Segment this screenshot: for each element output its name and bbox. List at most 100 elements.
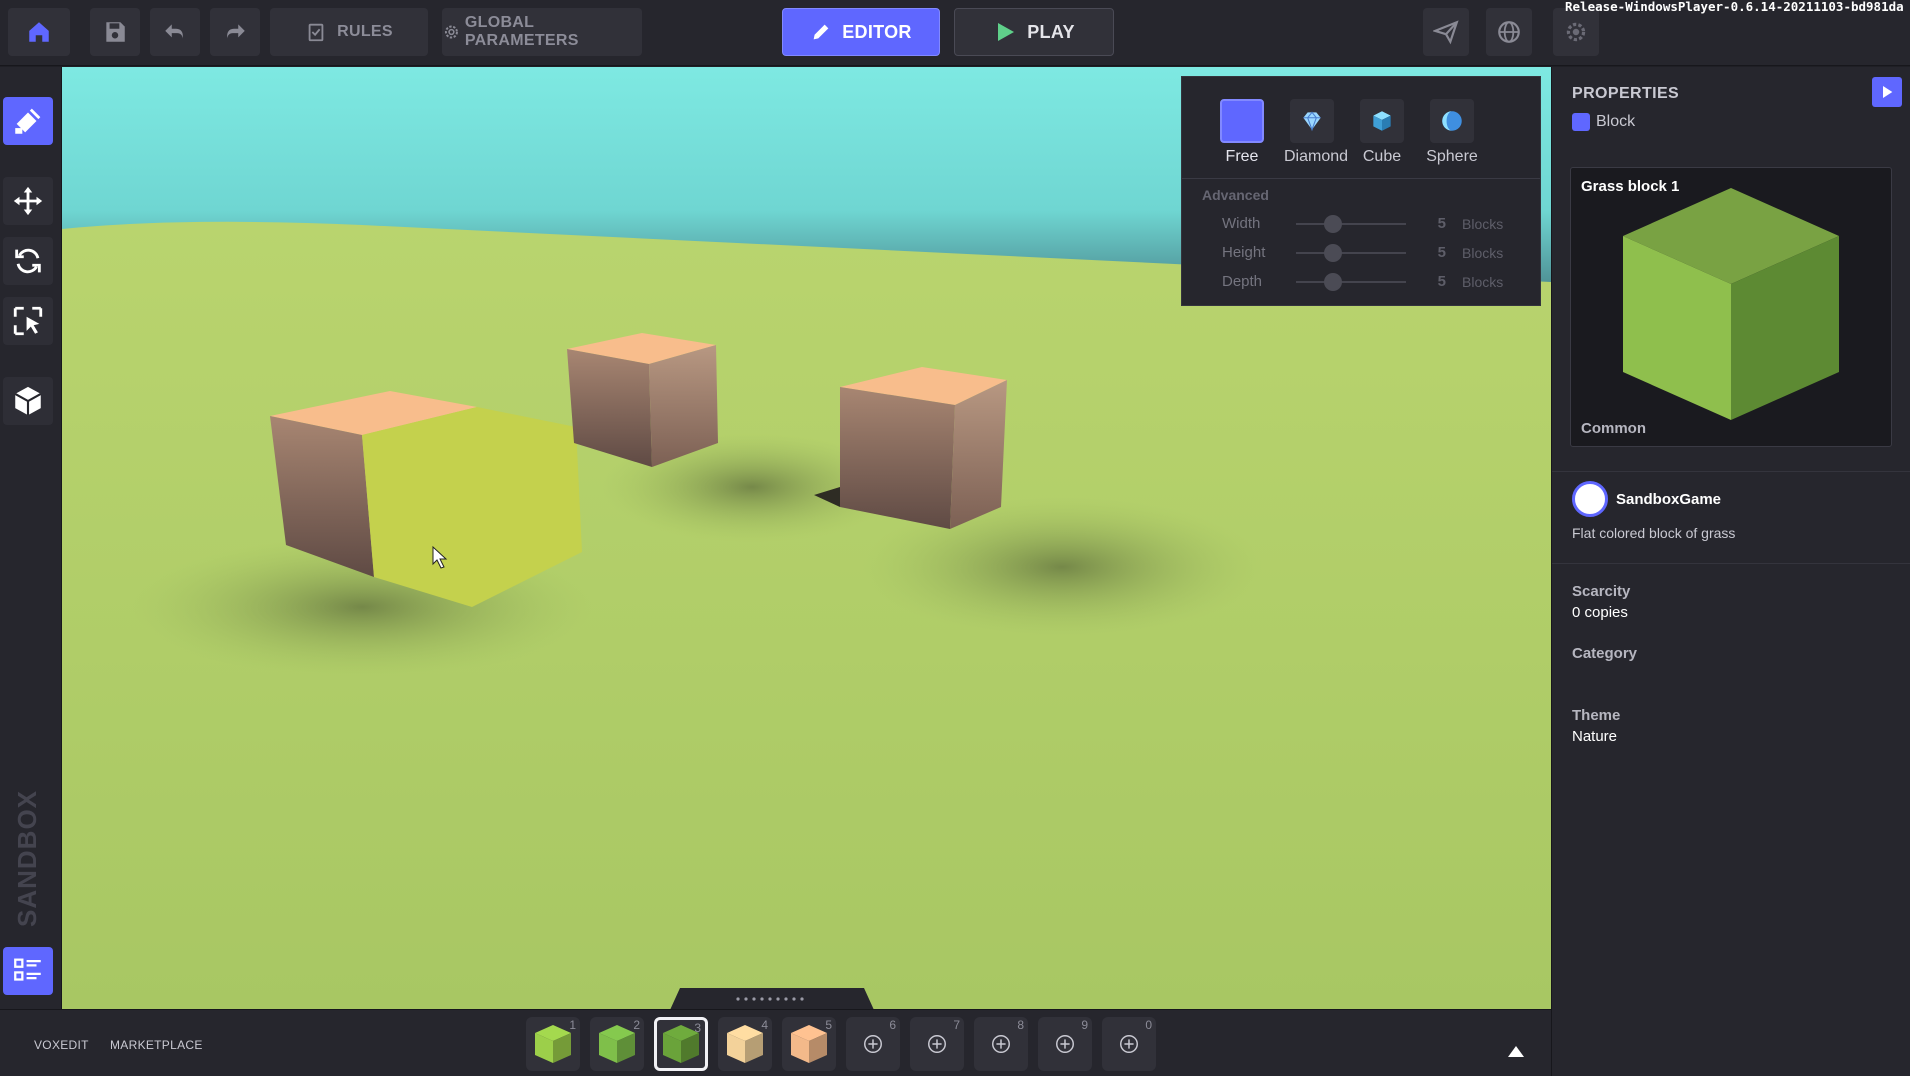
clipboard-check-icon [308,23,324,42]
hotbar-slot[interactable]: 0 [1102,1017,1156,1071]
hotbar-slot[interactable]: 4 [718,1017,772,1071]
hotbar-slot[interactable]: 5 [782,1017,836,1071]
depth-slider[interactable] [1296,272,1406,291]
advanced-label: Advanced [1202,187,1269,203]
hotbar-slot[interactable]: 9 [1038,1017,1092,1071]
add-circle-icon [864,1035,882,1053]
asset-type: Block [1572,113,1635,131]
height-slider[interactable] [1296,243,1406,262]
app-root: RULES GLOBAL PARAMETERS EDITOR PLAY Rele… [0,0,1910,1076]
depth-label: Depth [1222,273,1263,290]
slider-knob[interactable] [1324,272,1342,291]
rotate-tool-button[interactable] [3,237,53,285]
height-unit: Blocks [1462,244,1504,261]
slider-knob[interactable] [1324,214,1342,233]
global-parameters-label: GLOBAL PARAMETERS [464,14,579,49]
hotbar-slot[interactable]: 6 [846,1017,900,1071]
paint-tool-button[interactable] [3,97,53,145]
shape-sphere[interactable]: Sphere [1424,99,1480,166]
brush-shape-panel: Free Diamond Cube Sphere Advanced Width … [1181,76,1541,306]
settings-button[interactable] [1553,8,1599,56]
home-button[interactable] [8,8,70,56]
editor-label: EDITOR [842,21,912,42]
width-label: Width [1222,215,1261,232]
add-circle-icon [1056,1035,1074,1053]
theme-label: Theme [1572,707,1621,724]
slot-number: 1 [569,1018,576,1032]
slider-knob[interactable] [1324,243,1342,262]
properties-title: PROPERTIES [1572,85,1680,102]
add-block-button[interactable] [3,377,53,425]
list-icon [14,958,41,981]
hotbar-slot[interactable]: 8 [974,1017,1028,1071]
svg-text:SANDBOX: SANDBOX [12,790,42,927]
layers-list-button[interactable] [3,947,53,995]
editor-mode-button[interactable]: EDITOR [782,8,940,56]
add-circle-icon [928,1035,946,1053]
asset-description: Flat colored block of grass [1572,525,1736,541]
hotbar-slot[interactable]: 3 [654,1017,708,1071]
slot-number: 6 [889,1018,896,1032]
height-label: Height [1222,244,1266,261]
rules-button[interactable]: RULES [270,8,428,56]
play-icon [998,23,1015,41]
depth-value: 5 [1437,273,1446,290]
block-type-icon [1572,113,1590,131]
expand-up-icon[interactable] [1508,1046,1524,1057]
free-brush-icon [1220,99,1264,143]
scarcity-label: Scarcity [1572,583,1631,600]
settings-gear-icon [1566,22,1586,42]
shape-label: Free [1225,148,1259,165]
build-version-label: Release-WindowsPlayer-0.6.14-20211103-bd… [1565,0,1904,14]
width-setting: Width 5 Blocks [1222,214,1503,233]
shape-label: Sphere [1426,148,1478,165]
asset-creator[interactable]: SandboxGame [1572,481,1721,517]
collapse-panel-button[interactable] [1872,77,1902,107]
hotbar-drag-handle[interactable] [660,988,884,1009]
pencil-icon [813,24,829,40]
3d-viewport[interactable]: Free Diamond Cube Sphere Advanced Width … [62,67,1551,1009]
top-bar: RULES GLOBAL PARAMETERS EDITOR PLAY Rele… [0,0,1910,66]
shape-cube[interactable]: Cube [1354,99,1410,166]
width-slider[interactable] [1296,214,1406,233]
voxedit-link[interactable]: VOXEDIT [34,1038,89,1052]
add-circle-icon [1120,1035,1138,1053]
panel-divider [1552,471,1910,472]
cube-icon [1360,99,1404,143]
global-parameters-button[interactable]: GLOBAL PARAMETERS [442,8,642,56]
shape-diamond[interactable]: Diamond [1284,99,1349,166]
undo-button[interactable] [150,8,200,56]
slot-number: 9 [1081,1018,1088,1032]
hotbar-slot[interactable]: 7 [910,1017,964,1071]
grass-block-preview [1623,188,1839,420]
slot-number: 7 [953,1018,960,1032]
asset-type-label: Block [1596,113,1636,130]
move-arrows-icon [13,186,43,216]
publish-button[interactable] [1423,8,1469,56]
marketplace-link[interactable]: MARKETPLACE [110,1038,203,1052]
slot-number: 8 [1017,1018,1024,1032]
hotbar-slot[interactable]: 1 [526,1017,580,1071]
redo-button[interactable] [210,8,260,56]
panel-divider [1182,178,1540,179]
move-tool-button[interactable] [3,177,53,225]
asset-rarity: Common [1581,420,1646,437]
block-icon [791,1025,827,1063]
gear-icon [444,25,458,39]
save-icon [106,22,125,42]
select-tool-button[interactable] [3,297,53,345]
slot-number: 5 [825,1018,832,1032]
hotbar-slot[interactable]: 2 [590,1017,644,1071]
paper-plane-icon [1433,20,1459,45]
shape-free[interactable]: Free [1214,99,1270,166]
play-mode-button[interactable]: PLAY [954,8,1114,56]
language-button[interactable] [1486,8,1532,56]
properties-panel: PROPERTIES Block Grass block 1 Common Sa… [1551,67,1910,1076]
shape-label: Diamond [1284,148,1349,165]
globe-icon [1498,21,1520,43]
creator-name: SandboxGame [1616,490,1722,508]
diamond-icon [1290,99,1334,143]
save-button[interactable] [90,8,140,56]
sandbox-logo-icon: SANDBOX [12,790,42,927]
redo-icon [227,24,245,39]
